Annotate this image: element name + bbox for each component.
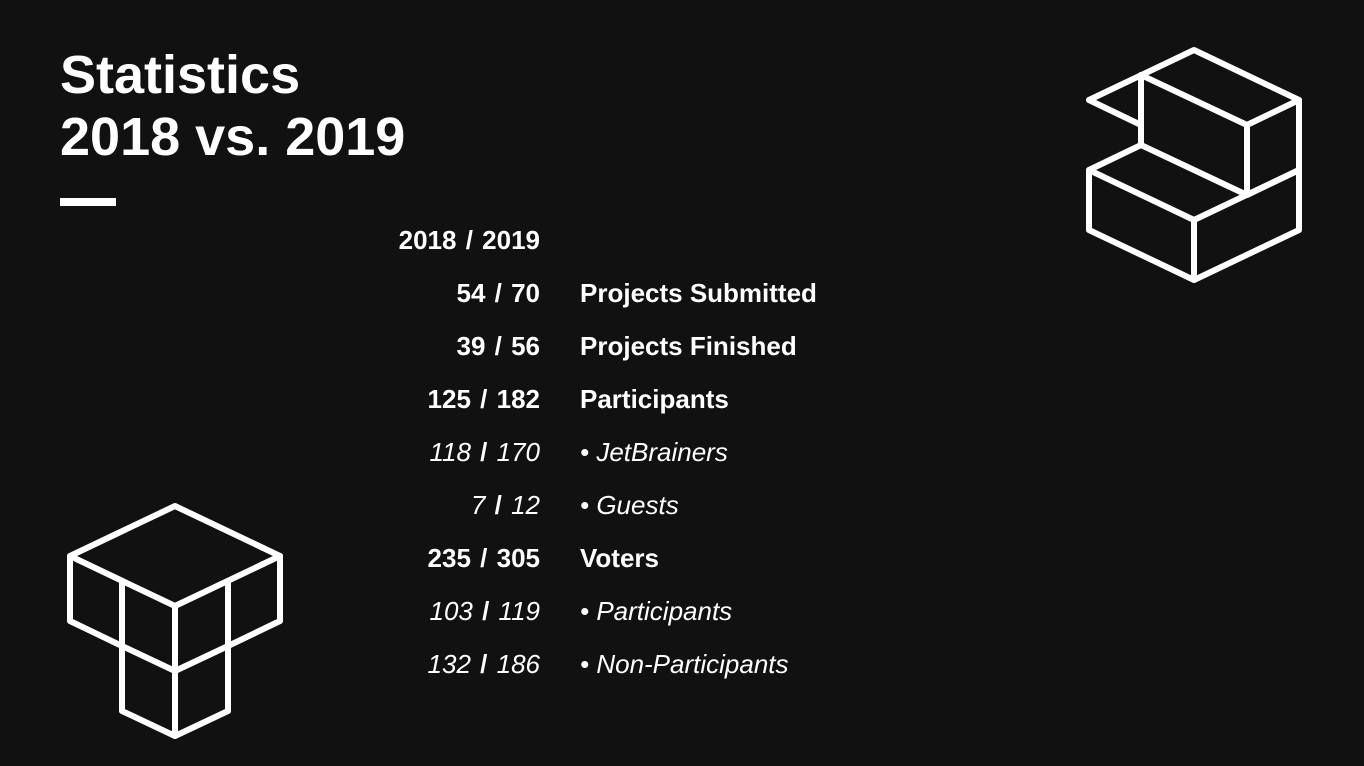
value-2018: 118 <box>429 437 470 467</box>
row-label: Non-Participants <box>580 649 789 680</box>
row-values: 132 / 186 <box>380 649 580 680</box>
row-label: Voters <box>580 543 659 574</box>
value-slash: / <box>471 384 497 414</box>
table-row: 7 / 12Guests <box>380 490 817 521</box>
row-values: 103 / 119 <box>380 596 580 627</box>
slide-title: Statistics 2018 vs. 2019 <box>60 44 405 168</box>
row-label: JetBrainers <box>580 437 728 468</box>
table-row: 54 / 70Projects Submitted <box>380 278 817 309</box>
table-row: 125 / 182Participants <box>380 384 817 415</box>
value-slash: / <box>471 543 497 573</box>
value-2019: 56 <box>511 331 540 361</box>
value-2019: 305 <box>497 543 540 573</box>
value-2018: 125 <box>428 384 471 414</box>
value-2019: 119 <box>499 596 540 626</box>
value-2018: 7 <box>471 490 485 520</box>
value-slash: / <box>473 596 499 626</box>
table-row: 235 / 305Voters <box>380 543 817 574</box>
value-slash: / <box>471 437 497 467</box>
value-2019: 70 <box>511 278 540 308</box>
value-2019: 170 <box>497 437 540 467</box>
table-row: 39 / 56Projects Finished <box>380 331 817 362</box>
cube-icon-bottom <box>60 496 290 736</box>
value-2019: 12 <box>511 490 540 520</box>
table-header: 2018 / 2019 <box>380 225 817 256</box>
value-2019: 186 <box>497 649 540 679</box>
row-values: 39 / 56 <box>380 331 580 362</box>
value-2018: 235 <box>428 543 471 573</box>
row-label: Projects Submitted <box>580 278 817 309</box>
title-line-1: Statistics <box>60 45 300 105</box>
row-values: 7 / 12 <box>380 490 580 521</box>
value-2019: 182 <box>497 384 540 414</box>
value-2018: 132 <box>428 649 471 679</box>
value-slash: / <box>485 490 511 520</box>
value-slash: / <box>471 649 497 679</box>
row-label: Participants <box>580 384 729 415</box>
stats-table: 2018 / 2019 54 / 70Projects Submitted39 … <box>380 225 817 702</box>
row-label: Projects Finished <box>580 331 797 362</box>
header-year-left: 2018 <box>399 225 457 255</box>
row-label: Participants <box>580 596 732 627</box>
row-values: 54 / 70 <box>380 278 580 309</box>
title-underline <box>60 198 116 206</box>
cube-icon-top <box>1079 40 1309 290</box>
table-row: 103 / 119Participants <box>380 596 817 627</box>
value-slash: / <box>485 331 511 361</box>
title-line-2: 2018 vs. 2019 <box>60 107 405 167</box>
value-slash: / <box>485 278 511 308</box>
value-2018: 103 <box>429 596 472 626</box>
header-year-right: 2019 <box>482 225 540 255</box>
row-values: 125 / 182 <box>380 384 580 415</box>
value-2018: 54 <box>456 278 485 308</box>
row-values: 118 / 170 <box>380 437 580 468</box>
table-row: 118 / 170JetBrainers <box>380 437 817 468</box>
row-values: 235 / 305 <box>380 543 580 574</box>
row-label: Guests <box>580 490 679 521</box>
value-2018: 39 <box>456 331 485 361</box>
header-years: 2018 / 2019 <box>380 225 580 256</box>
header-slash: / <box>456 225 482 255</box>
table-row: 132 / 186Non-Participants <box>380 649 817 680</box>
